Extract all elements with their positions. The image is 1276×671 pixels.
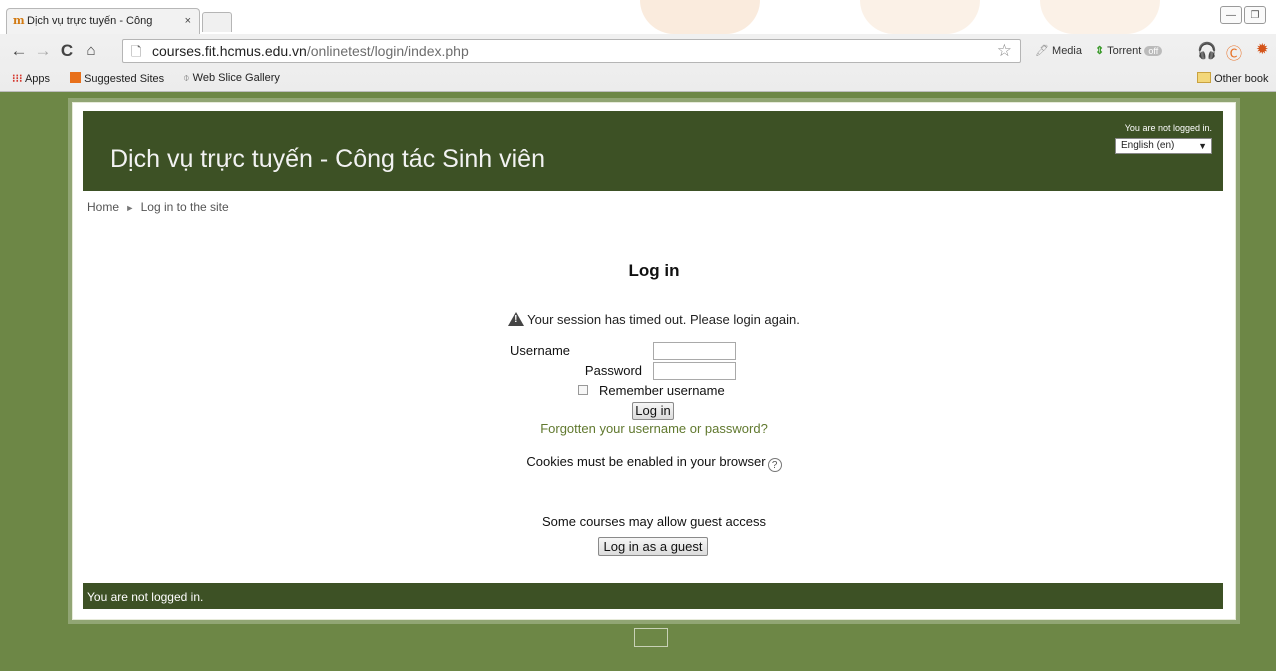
login-status-header: You are not logged in. <box>1124 123 1212 133</box>
back-arrow-icon[interactable]: ← <box>8 40 30 62</box>
site-header: Dịch vụ trực tuyến - Công tác Sinh viên … <box>83 111 1223 191</box>
browser-tab-active[interactable]: m Dịch vụ trực tuyến - Công × <box>6 8 200 34</box>
remember-username-label[interactable]: Remember username <box>599 383 725 398</box>
forgot-password-link[interactable]: Forgotten your username or password? <box>73 421 1235 436</box>
help-icon[interactable]: ? <box>767 458 782 472</box>
bookmark-suggested-sites[interactable]: Suggested Sites <box>70 72 164 85</box>
web-slice-icon: ⌽ <box>183 72 190 84</box>
url-text: courses.fit.hcmus.edu.vn/onlinetest/logi… <box>152 43 469 59</box>
session-timeout-message: Your session has timed out. Please login… <box>73 312 1235 327</box>
cookies-text: Cookies must be enabled in your browser <box>526 454 766 469</box>
tab-strip: m Dịch vụ trực tuyến - Công × — ❐ <box>0 0 1276 34</box>
chrome-divider <box>0 91 1276 92</box>
login-heading: Log in <box>628 261 680 280</box>
suggested-sites-icon <box>70 72 81 83</box>
breadcrumb-separator-icon: ► <box>125 203 135 213</box>
tabstrip-decoration <box>640 0 760 34</box>
tab-title: Dịch vụ trực tuyến - Công <box>27 15 153 27</box>
bookmark-other[interactable]: Other book <box>1197 72 1268 85</box>
minimize-button[interactable]: — <box>1220 6 1242 24</box>
home-icon[interactable]: ⌂ <box>80 40 102 62</box>
username-label: Username <box>510 343 570 358</box>
torrent-icon: ⇕ <box>1095 45 1105 57</box>
media-icon: 🖊 <box>1035 45 1049 57</box>
language-value: English (en) <box>1121 140 1175 151</box>
footer-badge <box>634 628 668 647</box>
site-title[interactable]: Dịch vụ trực tuyến - Công tác Sinh viên <box>110 145 545 174</box>
timeout-text: Your session has timed out. Please login… <box>527 312 800 327</box>
bookmark-web-slice-gallery[interactable]: ⌽ Web Slice Gallery <box>183 72 280 85</box>
forward-arrow-icon[interactable]: → <box>32 40 54 62</box>
tab-close-icon[interactable]: × <box>185 9 191 33</box>
folder-icon <box>1197 72 1211 83</box>
login-status-footer: You are not logged in. <box>87 590 204 604</box>
language-select[interactable]: English (en) ▼ <box>1115 138 1212 154</box>
moodle-favicon-icon: m <box>13 14 25 27</box>
torrent-off-badge: off <box>1144 46 1163 56</box>
site-footer: You are not logged in. <box>83 583 1223 609</box>
bookmark-apps[interactable]: ⁝⁝⁝ Apps <box>12 72 50 85</box>
reload-icon[interactable]: C <box>56 40 78 62</box>
tabstrip-decoration <box>860 0 980 34</box>
bookmarks-bar: ⁝⁝⁝ Apps Suggested Sites ⌽ Web Slice Gal… <box>0 68 1276 90</box>
remember-username-checkbox[interactable] <box>578 385 588 395</box>
media-extension-button[interactable]: 🖊 Media <box>1035 44 1082 57</box>
restore-button[interactable]: ❐ <box>1244 6 1266 24</box>
dropdown-arrow-icon: ▼ <box>1198 141 1207 151</box>
breadcrumb: Home ► Log in to the site <box>87 200 229 214</box>
torrent-extension-button[interactable]: ⇕ Torrent off <box>1095 44 1163 57</box>
guest-access-message: Some courses may allow guest access <box>542 514 766 529</box>
page-container: Dịch vụ trực tuyến - Công tác Sinh viên … <box>72 102 1236 620</box>
password-label: Password <box>584 363 642 378</box>
password-input[interactable] <box>653 362 736 380</box>
page-icon: 🗋 <box>131 44 142 59</box>
extension-c-icon[interactable]: Ⓒ <box>1226 40 1242 64</box>
browser-chrome: m Dịch vụ trực tuyến - Công × — ❐ ← → C … <box>0 0 1276 92</box>
guest-login-button[interactable]: Log in as a guest <box>598 537 708 556</box>
cookies-notice: Cookies must be enabled in your browser? <box>73 454 1235 472</box>
breadcrumb-home-link[interactable]: Home <box>87 200 119 214</box>
bookmark-star-icon[interactable]: ☆ <box>997 41 1012 61</box>
browser-toolbar: ← → C ⌂ 🗋 courses.fit.hcmus.edu.vn/onlin… <box>0 36 1276 68</box>
breadcrumb-current: Log in to the site <box>140 200 229 214</box>
tabstrip-decoration <box>1040 0 1160 34</box>
apps-grid-icon: ⁝⁝⁝ <box>12 73 23 85</box>
address-bar[interactable]: 🗋 courses.fit.hcmus.edu.vn/onlinetest/lo… <box>122 39 1021 63</box>
username-input[interactable] <box>653 342 736 360</box>
login-button[interactable]: Log in <box>632 402 674 420</box>
new-tab-button[interactable] <box>202 12 232 32</box>
warning-icon <box>508 312 525 326</box>
headphones-icon[interactable]: 🎧 <box>1197 41 1217 61</box>
fire-extension-icon[interactable]: ✹ <box>1256 40 1269 58</box>
